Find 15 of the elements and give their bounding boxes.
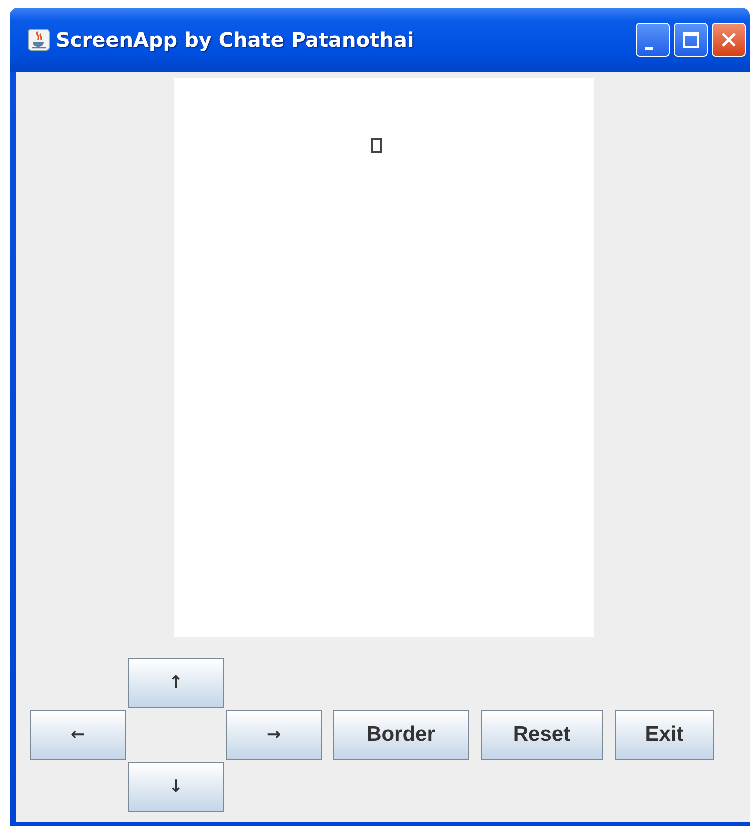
right-arrow-button[interactable]: → — [226, 710, 322, 760]
minimize-icon — [645, 46, 653, 50]
coffee-cup-icon — [28, 29, 50, 51]
action-button[interactable]: Exit — [615, 710, 714, 760]
action-button[interactable]: Reset — [481, 710, 603, 760]
minimize-button[interactable] — [636, 23, 670, 57]
up-arrow-button[interactable]: ↑ — [128, 658, 224, 708]
maximize-button[interactable] — [674, 23, 708, 57]
window-title: ScreenApp by Chate Patanothai — [56, 28, 414, 52]
action-button[interactable]: Border — [333, 710, 469, 760]
close-icon — [720, 31, 738, 49]
down-arrow-button[interactable]: ↓ — [128, 762, 224, 812]
close-button[interactable] — [712, 23, 746, 57]
left-arrow-button[interactable]: ← — [30, 710, 126, 760]
maximize-icon — [682, 31, 700, 49]
